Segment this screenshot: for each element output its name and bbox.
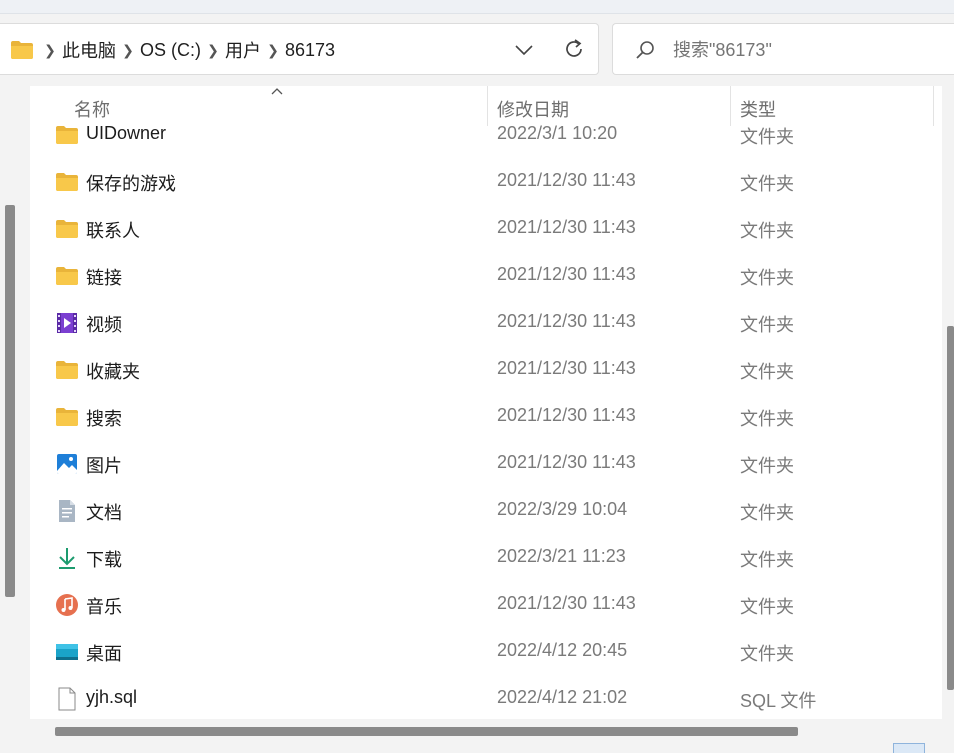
folder-icon xyxy=(56,126,78,144)
file-name: 音乐 xyxy=(86,597,122,617)
breadcrumb-item-this-pc[interactable]: 此电脑 xyxy=(62,37,116,63)
file-type: 文件夹 xyxy=(740,127,794,147)
file-type: 文件夹 xyxy=(740,409,794,429)
file-row-yjh-sql[interactable]: yjh.sql 2022/4/12 21:02 SQL 文件 xyxy=(30,675,942,719)
file-type: 文件夹 xyxy=(740,550,794,570)
file-row-music[interactable]: 音乐 2021/12/30 11:43 文件夹 xyxy=(30,581,942,628)
file-row-documents[interactable]: 文档 2022/3/29 10:04 文件夹 xyxy=(30,487,942,534)
details-view-toggle[interactable] xyxy=(893,743,925,753)
file-row-saved-games[interactable]: 保存的游戏 2021/12/30 11:43 文件夹 xyxy=(30,158,942,205)
file-date: 2022/3/21 11:23 xyxy=(497,546,626,566)
breadcrumb-item-users[interactable]: 用户 xyxy=(225,37,261,63)
file-list: 名称 修改日期 类型 UIDowner 2022/3/1 10:20 文件夹 保… xyxy=(30,86,942,719)
file-name: 视频 xyxy=(86,315,122,335)
documents-folder-icon xyxy=(59,500,75,522)
chevron-right-icon[interactable]: ❯ xyxy=(116,42,140,59)
chevron-right-icon[interactable]: ❯ xyxy=(201,42,225,59)
file-row-videos[interactable]: 视频 2021/12/30 11:43 文件夹 xyxy=(30,299,942,346)
file-row-desktop[interactable]: 桌面 2022/4/12 20:45 文件夹 xyxy=(30,628,942,675)
file-row-searches[interactable]: 搜索 2021/12/30 11:43 文件夹 xyxy=(30,393,942,440)
file-name: 联系人 xyxy=(86,221,140,241)
file-row-contacts[interactable]: 联系人 2021/12/30 11:43 文件夹 xyxy=(30,205,942,252)
window-top-edge xyxy=(0,0,954,14)
file-name: yjh.sql xyxy=(86,687,138,707)
file-name: 下载 xyxy=(86,550,122,570)
file-date: 2022/3/29 10:04 xyxy=(497,499,628,519)
file-type: 文件夹 xyxy=(740,362,794,382)
breadcrumb-item-user-folder[interactable]: 86173 xyxy=(285,40,335,61)
file-type: 文件夹 xyxy=(740,597,794,617)
folder-icon xyxy=(56,220,78,238)
file-type: SQL 文件 xyxy=(740,691,817,711)
file-type: 文件夹 xyxy=(740,644,794,664)
pictures-folder-icon xyxy=(57,454,77,474)
folder-icon xyxy=(56,173,78,191)
file-date: 2021/12/30 11:43 xyxy=(497,217,636,237)
file-date: 2022/4/12 21:02 xyxy=(497,687,628,707)
file-name: 桌面 xyxy=(86,644,122,664)
file-date: 2021/12/30 11:43 xyxy=(497,311,636,331)
file-type: 文件夹 xyxy=(740,315,794,335)
file-row-favorites[interactable]: 收藏夹 2021/12/30 11:43 文件夹 xyxy=(30,346,942,393)
music-folder-icon xyxy=(56,594,78,616)
file-type: 文件夹 xyxy=(740,456,794,476)
search-box[interactable] xyxy=(612,23,954,76)
file-name: UIDowner xyxy=(86,123,167,143)
file-date: 2021/12/30 11:43 xyxy=(497,358,636,378)
breadcrumb-item-os-drive[interactable]: OS (C:) xyxy=(140,40,201,61)
file-type: 文件夹 xyxy=(740,503,794,523)
refresh-icon[interactable] xyxy=(561,36,587,62)
breadcrumb: ❯ 此电脑 ❯ OS (C:) ❯ 用户 ❯ 86173 xyxy=(38,24,335,76)
file-date: 2021/12/30 11:43 xyxy=(497,405,636,425)
chevron-down-icon[interactable] xyxy=(512,38,536,62)
file-name: 图片 xyxy=(86,456,122,476)
search-input[interactable] xyxy=(673,24,933,76)
file-date: 2021/12/30 11:43 xyxy=(497,170,636,190)
chevron-right-icon[interactable]: ❯ xyxy=(261,42,285,59)
file-type: 文件夹 xyxy=(740,221,794,241)
file-date: 2021/12/30 11:43 xyxy=(497,593,636,613)
folder-icon xyxy=(56,267,78,285)
file-date: 2021/12/30 11:43 xyxy=(497,264,636,284)
folder-icon xyxy=(56,408,78,426)
file-type: 文件夹 xyxy=(740,268,794,288)
file-name: 文档 xyxy=(86,503,122,523)
file-name: 链接 xyxy=(86,268,122,288)
downloads-folder-icon xyxy=(59,548,75,569)
file-row-downloads[interactable]: 下载 2022/3/21 11:23 文件夹 xyxy=(30,534,942,581)
navigation-scrollbar-thumb[interactable] xyxy=(5,205,15,597)
search-icon xyxy=(636,41,654,59)
folder-icon xyxy=(56,361,78,379)
file-date: 2021/12/30 11:43 xyxy=(497,452,636,472)
file-type: 文件夹 xyxy=(740,174,794,194)
sort-ascending-icon xyxy=(271,88,283,95)
videos-folder-icon xyxy=(57,313,77,333)
folder-icon xyxy=(11,41,33,59)
file-row-pictures[interactable]: 图片 2021/12/30 11:43 文件夹 xyxy=(30,440,942,487)
file-name: 保存的游戏 xyxy=(86,174,176,194)
vertical-scrollbar-thumb[interactable] xyxy=(947,326,954,690)
file-row-links[interactable]: 链接 2021/12/30 11:43 文件夹 xyxy=(30,252,942,299)
file-date: 2022/3/1 10:20 xyxy=(497,123,618,143)
file-date: 2022/4/12 20:45 xyxy=(497,640,628,660)
horizontal-scrollbar-thumb[interactable] xyxy=(55,727,798,736)
file-row-uidowner[interactable]: UIDowner 2022/3/1 10:20 文件夹 xyxy=(30,111,942,158)
file-name: 搜索 xyxy=(86,409,122,429)
file-name: 收藏夹 xyxy=(86,362,140,382)
chevron-right-icon[interactable]: ❯ xyxy=(38,42,62,59)
desktop-folder-icon xyxy=(56,644,78,660)
file-icon xyxy=(58,687,76,711)
address-bar[interactable]: ❯ 此电脑 ❯ OS (C:) ❯ 用户 ❯ 86173 xyxy=(0,23,599,75)
